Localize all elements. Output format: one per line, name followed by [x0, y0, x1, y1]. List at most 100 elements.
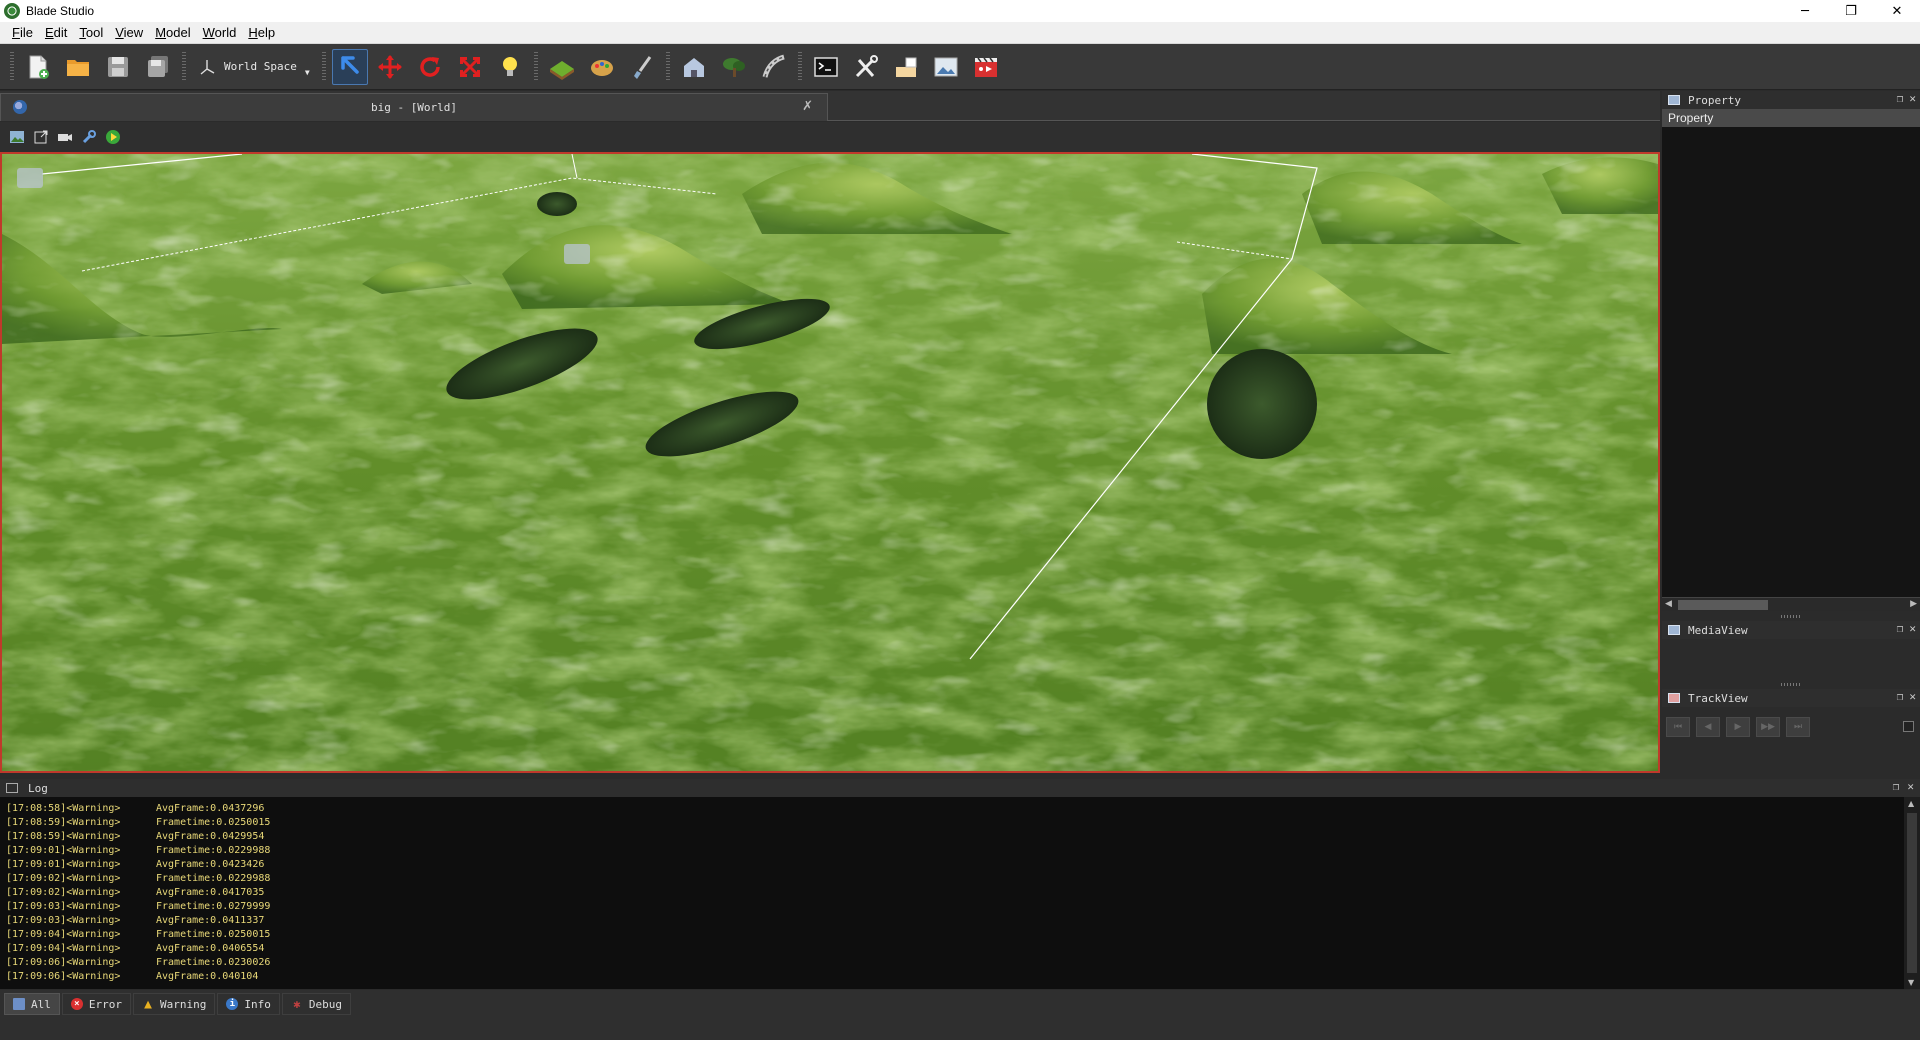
terrain-button[interactable] [544, 49, 580, 85]
scroll-down-icon[interactable]: ▼ [1908, 978, 1914, 987]
all-list-icon [13, 998, 25, 1010]
rotate-tool-button[interactable] [412, 49, 448, 85]
menu-help[interactable]: Help [242, 25, 281, 40]
menu-model[interactable]: Model [149, 25, 196, 40]
world-viewport[interactable] [0, 152, 1660, 773]
restore-button[interactable]: ❐ [1828, 0, 1874, 22]
toolbar-grip[interactable] [797, 51, 802, 82]
app-logo-icon [4, 3, 20, 19]
scroll-thumb[interactable] [1907, 813, 1917, 973]
save-button[interactable] [100, 49, 136, 85]
open-folder-button[interactable] [60, 49, 96, 85]
console-button[interactable] [808, 49, 844, 85]
toolbar-grip[interactable] [321, 51, 326, 82]
space-selector[interactable]: World Space ▼ [194, 52, 314, 82]
toolbar-grip[interactable] [182, 51, 186, 82]
track-play-button[interactable]: ▶ [1726, 717, 1750, 737]
scroll-right-icon[interactable]: ▶ [1910, 599, 1917, 609]
tools-button[interactable] [848, 49, 884, 85]
vegetation-button[interactable] [716, 49, 752, 85]
paint-button[interactable] [584, 49, 620, 85]
window-controls: ─ ❐ ✕ [1782, 0, 1920, 22]
track-last-button[interactable]: ⏭ [1786, 717, 1810, 737]
menu-file[interactable]: File [6, 25, 39, 40]
image-button[interactable] [928, 49, 964, 85]
track-loop-checkbox[interactable] [1903, 721, 1914, 732]
close-panel-icon[interactable]: ✕ [1909, 622, 1916, 635]
tools-icon [855, 54, 878, 77]
viewport-settings-button[interactable] [80, 128, 98, 146]
track-first-button[interactable]: ⏮ [1666, 717, 1690, 737]
log-line: [17:09:02]<Warning> AvgFrame:0.0417035 [6, 887, 265, 898]
float-panel-icon[interactable]: ❐ [1897, 622, 1904, 635]
tree-icon [722, 57, 745, 77]
new-file-button[interactable] [20, 49, 56, 85]
light-button[interactable] [492, 49, 528, 85]
viewport-tab-bar: big - [World] ✗ [0, 91, 1660, 121]
mediaview-body[interactable] [1662, 639, 1920, 679]
error-icon: × [70, 998, 83, 1010]
menu-view[interactable]: View [109, 25, 149, 40]
log-panel-header: Log ❐ ✕ [0, 779, 1920, 797]
toolbar-grip[interactable] [10, 51, 14, 82]
dock-splitter[interactable] [1662, 679, 1920, 689]
scroll-left-icon[interactable]: ◀ [1665, 599, 1672, 609]
log-vscrollbar[interactable]: ▲ ▼ [1904, 797, 1920, 989]
hand-button[interactable] [888, 49, 924, 85]
brush-button[interactable] [624, 49, 660, 85]
property-grid[interactable]: ◀ ▶ [1662, 127, 1920, 611]
close-panel-icon[interactable]: ✕ [1909, 92, 1916, 105]
toolbar-grip[interactable] [533, 51, 538, 82]
pin-icon[interactable]: ✗ [802, 99, 813, 114]
scroll-thumb[interactable] [1678, 600, 1768, 610]
menu-bar: File Edit Tool View Model World Help [0, 22, 1920, 44]
log-tab-info[interactable]: i Info [217, 993, 280, 1015]
scroll-up-icon[interactable]: ▲ [1908, 799, 1914, 808]
menu-world[interactable]: World [197, 25, 243, 40]
move-tool-button[interactable] [372, 49, 408, 85]
float-panel-icon[interactable]: ❐ [1897, 92, 1904, 105]
viewport-camera-button[interactable] [56, 128, 74, 146]
log-output[interactable]: [17:08:58]<Warning> AvgFrame:0.0437296 [1… [0, 797, 1904, 989]
road-button[interactable] [756, 49, 792, 85]
close-panel-icon[interactable]: ✕ [1907, 780, 1914, 793]
save-all-icon [148, 55, 168, 77]
close-button[interactable]: ✕ [1874, 0, 1920, 22]
close-panel-icon[interactable]: ✕ [1909, 690, 1916, 703]
log-tab-all[interactable]: All [4, 993, 60, 1015]
scale-tool-button[interactable] [452, 49, 488, 85]
save-all-button[interactable] [140, 49, 176, 85]
menu-edit[interactable]: Edit [39, 25, 73, 40]
building-button[interactable] [676, 49, 712, 85]
float-panel-icon[interactable]: ❐ [1897, 690, 1904, 703]
float-panel-icon[interactable]: ❐ [1893, 780, 1900, 793]
movie-button[interactable] [968, 49, 1004, 85]
log-tab-debug[interactable]: ✱ Debug [281, 993, 351, 1015]
log-line: [17:09:03]<Warning> Frametime:0.0279999 [6, 901, 271, 912]
terrain-render[interactable] [2, 154, 1658, 771]
log-filter-tabs: All × Error ▲ Warning i Info ✱ Debug [0, 990, 1920, 1040]
move-icon [377, 54, 402, 79]
toolbar-grip[interactable] [665, 51, 670, 82]
viewport-play-button[interactable] [104, 128, 122, 146]
log-tab-error[interactable]: × Error [61, 993, 131, 1015]
log-panel-icon [6, 783, 18, 793]
property-panel-header: Property ❐ ✕ [1662, 91, 1920, 109]
log-tab-warning[interactable]: ▲ Warning [133, 993, 216, 1015]
menu-tool[interactable]: Tool [73, 25, 109, 40]
tab-world-view[interactable]: big - [World] ✗ [0, 93, 828, 121]
track-prev-button[interactable]: ◀ [1696, 717, 1720, 737]
property-hscrollbar[interactable]: ◀ ▶ [1662, 597, 1920, 611]
globe-icon [13, 100, 27, 114]
console-icon [813, 56, 838, 77]
viewport-mode-button[interactable] [8, 128, 26, 146]
save-icon [108, 56, 128, 77]
minimize-button[interactable]: ─ [1782, 0, 1828, 22]
log-line: [17:09:01]<Warning> Frametime:0.0229988 [6, 845, 271, 856]
dock-splitter[interactable] [1662, 611, 1920, 621]
viewport-export-button[interactable] [32, 128, 50, 146]
select-arrow-icon [340, 55, 359, 74]
axis-icon [200, 59, 215, 75]
track-next-button[interactable]: ▶▶ [1756, 717, 1780, 737]
select-tool-button[interactable] [331, 48, 368, 85]
